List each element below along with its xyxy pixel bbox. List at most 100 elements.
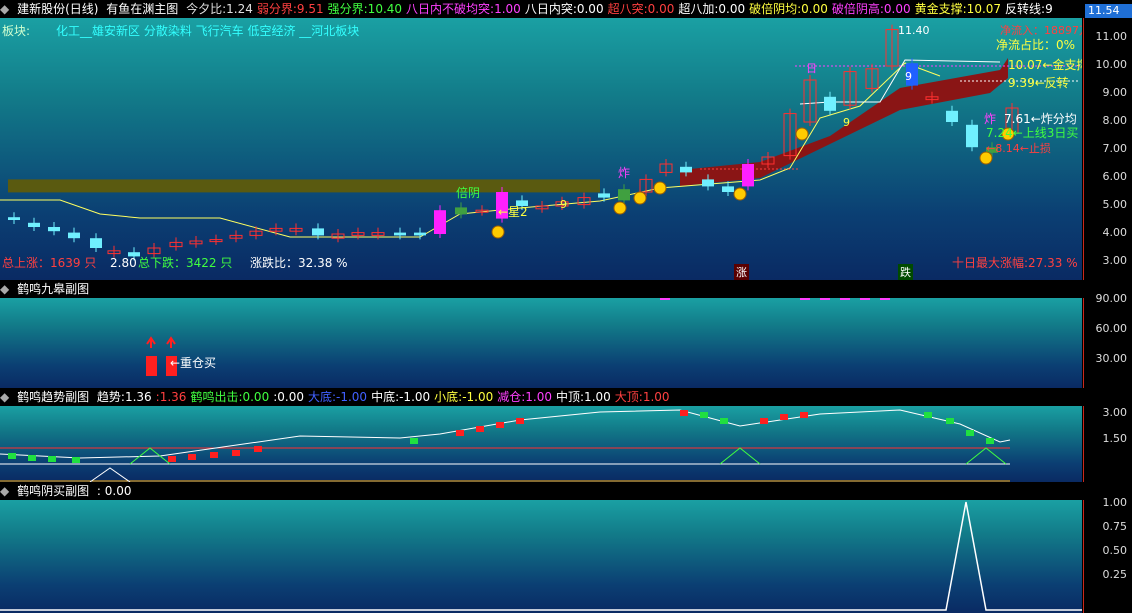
axis-tick: 10.00 [1095,58,1128,71]
candle-body [48,227,60,232]
money-bag-icon [795,127,809,141]
panel2-chart[interactable]: ←重仓买 [0,298,1082,388]
main-header-item-9: 黄金支撑:10.07 [914,2,1002,16]
candle-body [598,193,610,198]
trend-line [0,409,1011,459]
trend-marker [516,418,524,424]
main-chart-panel[interactable]: 板块: 化工__雄安新区 分散染料 飞行汽车 低空经济 __河北板块 11.40… [0,18,1082,280]
trend-marker [210,452,218,458]
panel3-item-9: 大顶:1.00 [614,390,670,404]
top-marker [820,298,830,300]
panel4-title: 鹤鸣阴买副图 [17,484,90,498]
top-marker [840,298,850,300]
main-header-item-10: 反转线:9 [1005,2,1053,16]
money-bag-icon [491,225,505,239]
heavy-buy-label: ←重仓买 [170,356,217,370]
panel4-chart[interactable] [0,500,1082,613]
panel3-item-3: :0.00 [273,390,304,404]
candlestick-chart[interactable] [0,18,1082,280]
main-header-item-7: 破倍阴均:0.00 [749,2,828,16]
high-price-label: 11.40 [898,24,930,37]
main-price-axis: 11.00 10.00 9.00 8.00 7.00 6.00 5.00 4.00 3.00 [1083,18,1132,280]
nine-signal-2: 9 [843,116,850,129]
candle-body [68,232,80,239]
axis-tick: 1.00 [1102,496,1128,509]
trend-marker [410,438,418,444]
panel3-axis: 3.00 1.50 [1083,406,1132,482]
heavy-buy-bar [146,356,157,376]
axis-tick: 0.75 [1102,520,1128,533]
panel4-header: ◆ 鹤鸣阴买副图 : 0.00 [0,482,1132,500]
ten-day-stat: 十日最大涨幅:27.33 % [952,256,1078,270]
trend-marker [800,412,808,418]
money-bag-icon [733,187,747,201]
top-marker [860,298,870,300]
support-band [8,179,600,193]
star2-label: ←星2 [498,205,528,219]
bei-yin-label: 倍阴 [456,186,481,200]
trend-marker [780,414,788,420]
panel3-chart[interactable] [0,406,1082,482]
axis-tick: 8.00 [1102,114,1128,127]
panel3-item-4: 大底:-1.00 [307,390,368,404]
up-arrow-icon [166,336,176,348]
candle-body [434,210,446,234]
candle-body [742,164,754,187]
axis-tick: 0.25 [1102,568,1128,581]
price-box: 11.54 [1085,4,1132,18]
collapse-icon[interactable]: ◆ [0,282,9,296]
panel2-axis: 90.00 60.00 30.00 [1083,292,1132,388]
candle-body [455,207,467,215]
top-marker [660,298,670,300]
panel2-bars [146,298,890,376]
panel3-item-6: 小底:-1.00 [434,390,494,404]
peak-marker [719,447,761,465]
axis-tick: 0.50 [1102,544,1128,557]
collapse-icon[interactable]: ◆ [0,484,9,498]
panel3-item-5: 中底:-1.00 [371,390,431,404]
top-marker [800,298,810,300]
axis-tick: 30.00 [1095,352,1128,365]
axis-tick: 1.50 [1102,432,1128,445]
candle-body [8,217,20,220]
candle-body [680,166,692,173]
panel3-item-0: 趋势:1.36 [96,390,152,404]
panel3-items: 趋势:1.36:1.36 鹤鸣出击:0.00:0.00 大底:-1.00 中底:-1.… [97,390,674,404]
panel3-header: ◆ 鹤鸣趋势副图 趋势:1.36:1.36 鹤鸣出击:0.00:0.00 大底:-1… [0,388,1132,406]
axis-tick: 4.00 [1102,226,1128,239]
yin-buy-line [0,501,1082,611]
axis-tick: 9.00 [1102,86,1128,99]
axis-tick: 11.00 [1095,30,1128,43]
collapse-icon[interactable]: ◆ [0,2,9,16]
trend-marker [946,418,954,424]
zha2-label: 炸 [984,112,997,126]
trend-marker [28,455,36,461]
trend-marker [254,446,262,452]
axis-tick: 3.00 [1102,254,1128,267]
candle-body [28,222,40,227]
gold-support-label: 10.07←金支撑 [1008,58,1082,72]
axis-tick: 5.00 [1102,198,1128,211]
collapse-icon[interactable]: ◆ [0,390,9,404]
indicator-name: 有鱼在渊主图 [106,2,179,16]
panel3-item-2: 鹤鸣出击:0.00 [190,390,270,404]
main-header-item-5: 超八突:0.00 [607,2,675,16]
trend-marker [232,450,240,456]
main-header-items: 今夕比:1.24 弱分界:9.51 强分界:10.40 八日内不破均突:1.00 八日内… [186,2,1057,16]
low-price-label: 2.80 [110,256,137,270]
trend-marker [476,426,484,432]
nine-signal-3: 9 [905,70,912,83]
main-header-bar: ◆ 建新股份(日线) 有鱼在渊主图 今夕比:1.24 弱分界:9.51 强分界:10… [0,0,1132,18]
money-bag-icon [633,191,647,205]
trend-marker [966,430,974,436]
candle-body [618,189,630,201]
die-marker: 跌 [898,264,913,280]
total-up-stat: 总上涨：1639 只 [2,256,97,270]
axis-tick: 6.00 [1102,170,1128,183]
ratio-stat: 涨跌比：32.38 % [250,256,348,270]
panel3-item-7: 减仓:1.00 [497,390,553,404]
candle-body [702,179,714,187]
trend-marker [72,457,80,463]
peak-marker [965,447,1007,465]
up-line-label: 7.24←上线3日买 [986,126,1079,140]
